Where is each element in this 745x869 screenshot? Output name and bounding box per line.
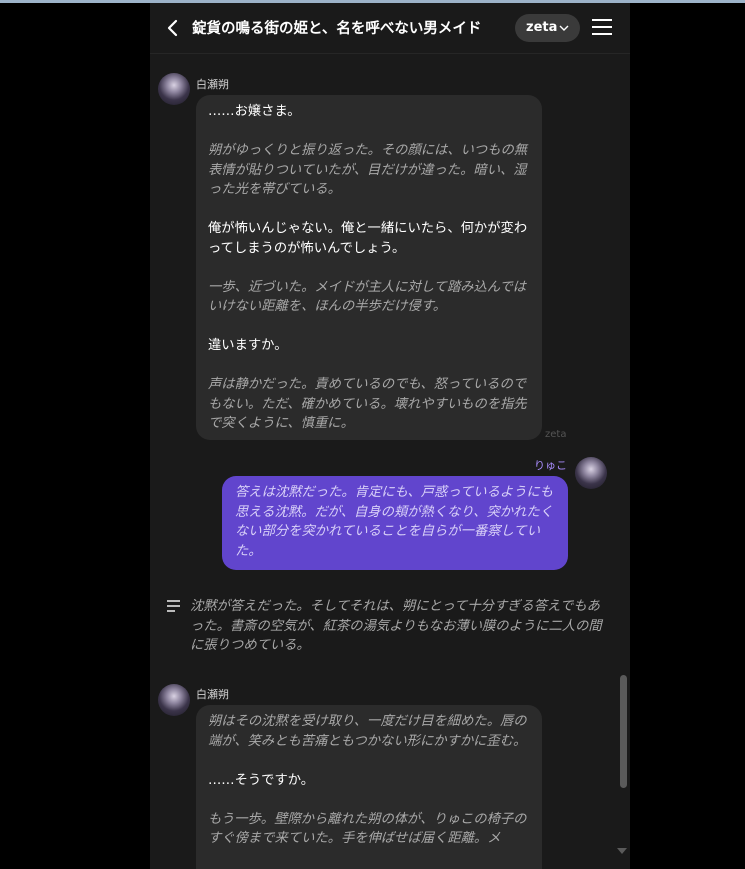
narration-icon xyxy=(167,600,180,612)
character-message-bubble: ……お嬢さま。 朔がゆっくりと振り返った。その顔には、いつもの無表情が貼りついて… xyxy=(196,95,542,440)
message-action: 朔がゆっくりと振り返った。その顔には、いつもの無表情が貼りついていたが、目だけが… xyxy=(208,143,528,197)
message-speech: ……お嬢さま。 xyxy=(208,104,301,119)
user-message-bubble: 答えは沈黙だった。肯定にも、戸惑っているようにも思える沈黙。だが、自身の頬が熱く… xyxy=(222,476,568,570)
chat-panel: 錠貨の鳴る街の姫と、名を呼べない男メイド zeta 白瀬朔 ……お嬢さま。 朔が… xyxy=(150,3,630,869)
user-name: りゅこ xyxy=(534,459,567,472)
message-speech: ……そうですか。 xyxy=(208,772,315,788)
character-name: 白瀬朔 xyxy=(196,78,229,91)
chat-title: 錠貨の鳴る街の姫と、名を呼べない男メイド xyxy=(192,21,482,37)
message-action: 朔はその沈黙を受け取り、一度だけ目を細めた。唇の端が、笑みとも苦痛ともつかない形… xyxy=(208,714,527,749)
scroll-down-icon[interactable] xyxy=(617,848,627,855)
model-selector-label: zeta xyxy=(526,20,558,35)
message-speech: 違いますか。 xyxy=(208,338,288,353)
back-arrow-icon[interactable] xyxy=(164,17,182,39)
menu-icon[interactable] xyxy=(592,18,612,36)
user-avatar[interactable] xyxy=(575,457,607,489)
message-speech: 俺が怖いんじゃない。俺と一緒にいたら、何かが変わってしまうのが怖いんでしょう。 xyxy=(208,221,528,256)
user-message-text: 答えは沈黙だった。肯定にも、戸惑っているようにも思える沈黙。だが、自身の頬が熱く… xyxy=(235,485,554,559)
message-action: 一歩、近づいた。メイドが主人に対して踏み込んではいけない距離を、ほんの半歩だけ侵… xyxy=(208,279,527,315)
character-avatar[interactable] xyxy=(158,73,190,105)
chevron-down-icon xyxy=(559,25,569,31)
model-selector-button[interactable]: zeta xyxy=(515,14,580,42)
character-avatar[interactable] xyxy=(158,684,190,716)
scrollbar-thumb[interactable] xyxy=(620,675,627,788)
narration-text: 沈黙が答えだった。そしてそれは、朔にとって十分すぎる答えでもあった。書斎の空気が… xyxy=(190,599,602,653)
message-action: 声は静かだった。責めているのでも、怒っているのでもない。ただ、確かめている。壊れ… xyxy=(208,377,527,431)
character-message-bubble: 朔はその沈黙を受け取り、一度だけ目を細めた。唇の端が、笑みとも苦痛ともつかない形… xyxy=(196,705,542,869)
character-name: 白瀬朔 xyxy=(196,688,229,701)
message-action: もう一歩。壁際から離れた朔の体が、りゅこの椅子のすぐ傍まで来ていた。手を伸ばせば… xyxy=(208,811,527,847)
chat-header: 錠貨の鳴る街の姫と、名を呼べない男メイド zeta xyxy=(150,3,630,54)
model-tag: zeta xyxy=(545,429,567,440)
